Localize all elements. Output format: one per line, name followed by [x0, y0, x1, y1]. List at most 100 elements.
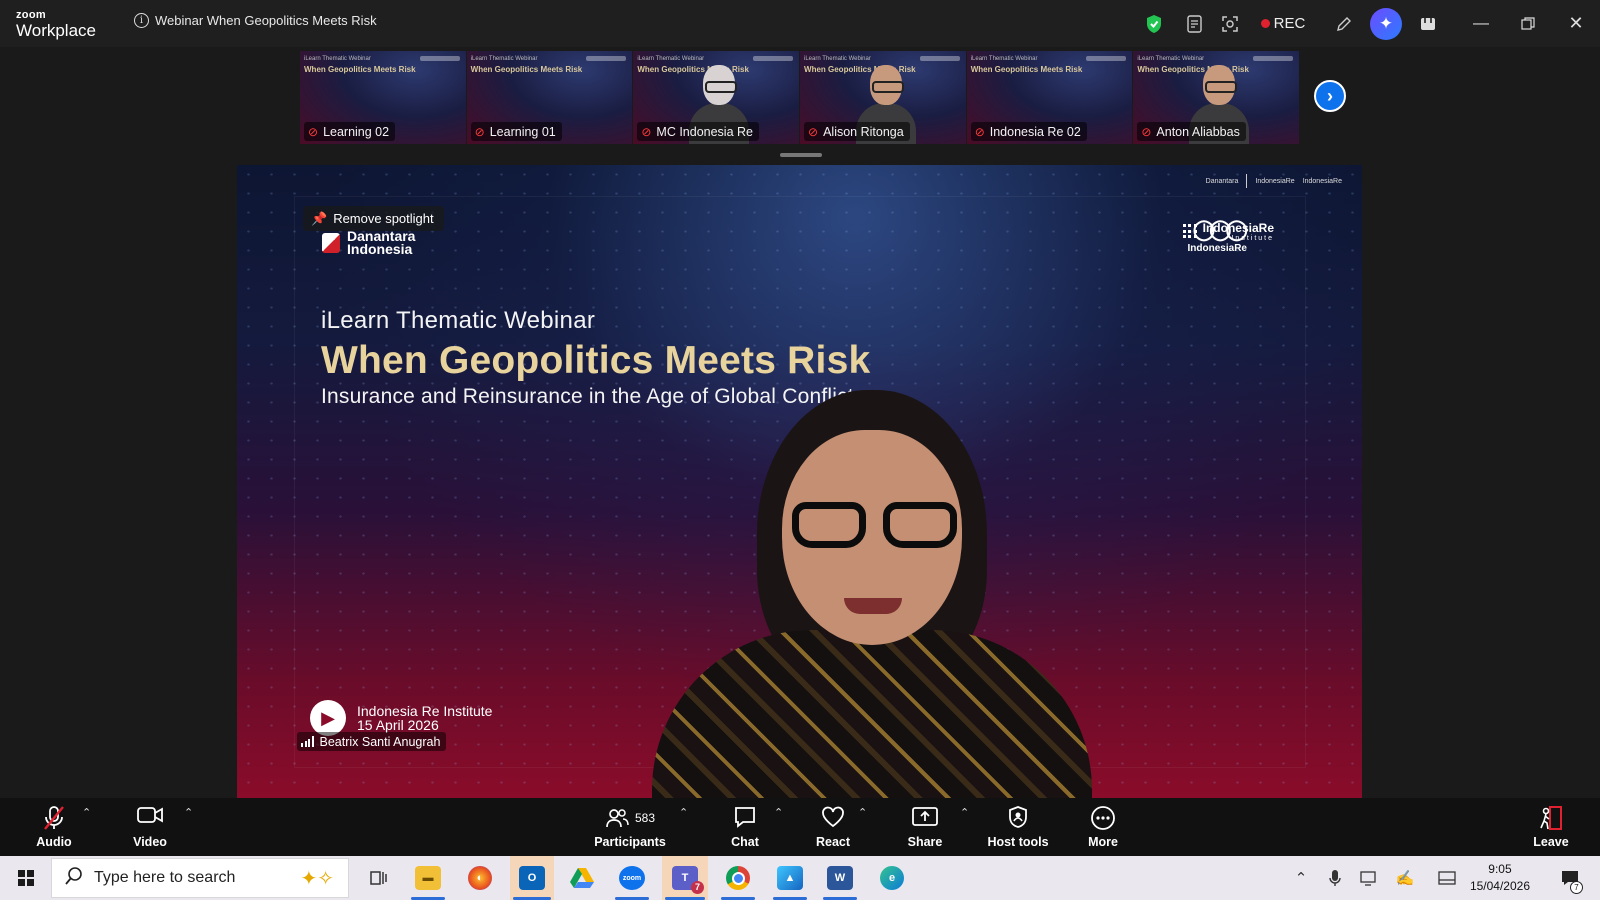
- teams-icon[interactable]: T7: [662, 856, 708, 900]
- react-label: React: [815, 835, 851, 849]
- close-icon[interactable]: ✕: [1562, 0, 1590, 47]
- taskbar-search-box[interactable]: Type here to search ✦✧: [51, 858, 349, 898]
- encryption-shield-icon[interactable]: [1143, 0, 1165, 47]
- word-icon[interactable]: W: [820, 856, 860, 900]
- tile-slide-text: iLearn Thematic Webinar When Geopolitics …: [304, 56, 416, 74]
- outlook-icon[interactable]: O: [510, 856, 554, 900]
- clock-time: 9:05: [1488, 862, 1512, 876]
- organizer-info: ▶ Indonesia Re Institute 15 April 2026: [310, 700, 492, 736]
- institute-logo-text: IndonesiaRe: [1202, 221, 1274, 235]
- touch-keyboard-icon[interactable]: [1435, 856, 1459, 900]
- start-button[interactable]: [8, 856, 44, 900]
- microphone-tray-icon[interactable]: [1324, 856, 1346, 900]
- photos-icon[interactable]: ▲: [770, 856, 810, 900]
- tile-slide-text: iLearn Thematic Webinar When Geopolitics …: [470, 56, 583, 74]
- remove-spotlight-button[interactable]: 📌 Remove spotlight: [303, 206, 444, 231]
- participant-name: Learning 02: [323, 124, 390, 139]
- notifications-count: 7: [1570, 881, 1583, 894]
- participant-nametag: ⊘ Alison Ritonga: [804, 122, 910, 141]
- chat-button[interactable]: Chat: [720, 798, 770, 856]
- remove-spotlight-label: Remove spotlight: [333, 211, 434, 226]
- participants-button[interactable]: 583 Participants: [590, 798, 670, 856]
- filmstrip-resize-handle[interactable]: [780, 153, 822, 157]
- participant-tile[interactable]: iLearn Thematic Webinar When Geopolitics …: [1133, 51, 1300, 144]
- edge-icon[interactable]: e: [872, 856, 912, 900]
- task-view-icon[interactable]: [361, 856, 397, 900]
- host-tools-button[interactable]: Host tools: [983, 798, 1053, 856]
- zoom-app-icon[interactable]: zoom: [612, 856, 652, 900]
- meeting-title[interactable]: i Webinar When Geopolitics Meets Risk: [134, 13, 377, 28]
- recording-indicator[interactable]: REC: [1258, 0, 1308, 47]
- captions-icon[interactable]: [1183, 0, 1207, 47]
- heart-icon: [820, 805, 846, 831]
- leave-label: Leave: [1533, 835, 1569, 849]
- tile-slide-logo: [1253, 56, 1294, 61]
- share-button[interactable]: Share: [900, 798, 950, 856]
- microphone-muted-icon: ⊘: [641, 124, 652, 139]
- ai-companion-button[interactable]: ✦: [1369, 0, 1403, 47]
- more-button[interactable]: More: [1078, 798, 1128, 856]
- file-explorer-icon[interactable]: ▬: [408, 856, 448, 900]
- microphone-muted-icon: ⊘: [474, 124, 485, 139]
- leave-button[interactable]: Leave: [1526, 798, 1576, 856]
- minimize-icon[interactable]: —: [1467, 0, 1495, 47]
- video-options-chevron-icon[interactable]: ⌃: [184, 806, 193, 819]
- google-drive-icon[interactable]: [562, 856, 602, 900]
- tile-slide-text: iLearn Thematic Webinar When Geopolitics …: [970, 56, 1083, 74]
- pin-icon: 📌: [311, 210, 328, 226]
- event-date: 15 April 2026: [357, 717, 439, 733]
- audio-options-chevron-icon[interactable]: ⌃: [82, 806, 91, 819]
- speaker-name: Beatrix Santi Anugrah: [319, 734, 441, 749]
- restore-icon[interactable]: [1514, 0, 1542, 47]
- annotate-pencil-icon[interactable]: [1332, 0, 1356, 47]
- more-label: More: [1088, 835, 1118, 849]
- host-tools-label: Host tools: [987, 835, 1049, 849]
- firefox-icon[interactable]: ◐: [460, 856, 500, 900]
- audio-button[interactable]: Audio: [30, 798, 78, 856]
- chat-options-chevron-icon[interactable]: ⌃: [774, 806, 783, 819]
- participant-tile[interactable]: iLearn Thematic Webinar When Geopolitics …: [466, 51, 633, 144]
- video-button[interactable]: Video: [125, 798, 175, 856]
- logo-line1: zoom: [16, 9, 46, 21]
- institute-logo-sub: Institute: [1231, 235, 1274, 242]
- corner-logo-indonesiare: IndonesiaRe: [1255, 177, 1295, 185]
- info-icon[interactable]: i: [134, 13, 149, 28]
- participant-tile[interactable]: iLearn Thematic Webinar When Geopolitics …: [300, 51, 466, 144]
- filmstrip-next-button[interactable]: ›: [1314, 80, 1346, 112]
- taskbar-clock[interactable]: 9:05 15/04/2026: [1470, 861, 1530, 895]
- spotlight-video: Danantara IndonesiaRe IndonesiaRe Danant…: [237, 165, 1362, 798]
- institute-logo: IndonesiaRe Institute: [1182, 221, 1274, 242]
- record-dot-icon: [1260, 19, 1270, 28]
- leave-door-icon: [1538, 805, 1564, 831]
- participant-nametag: ⊘ Indonesia Re 02: [970, 122, 1087, 141]
- dots-grid-icon: [1182, 224, 1198, 239]
- apps-icon[interactable]: [1416, 0, 1440, 47]
- participant-filmstrip: iLearn Thematic Webinar When Geopolitics …: [300, 51, 1300, 144]
- notifications-icon[interactable]: 7: [1555, 856, 1585, 900]
- windows-taskbar: Type here to search ✦✧ ▬ ◐ O zoom T7 ▲ W…: [0, 856, 1600, 900]
- share-label: Share: [907, 835, 943, 849]
- participant-nametag: ⊘ Anton Aliabbas: [1137, 122, 1246, 141]
- participant-tile[interactable]: iLearn Thematic Webinar When Geopolitics …: [966, 51, 1133, 144]
- microphone-muted-icon: ⊘: [308, 124, 319, 139]
- participants-options-chevron-icon[interactable]: ⌃: [679, 806, 688, 819]
- react-options-chevron-icon[interactable]: ⌃: [858, 806, 867, 819]
- microphone-muted-icon: ⊘: [808, 124, 819, 139]
- organizer-name: Indonesia Re Institute: [357, 703, 493, 719]
- corner-logo-danantara: Danantara: [1205, 177, 1239, 185]
- react-button[interactable]: React: [807, 798, 859, 856]
- video-camera-off-icon: [136, 805, 164, 831]
- participant-tile[interactable]: iLearn Thematic Webinar When Geopolitics …: [633, 51, 800, 144]
- pen-menu-icon[interactable]: ✍: [1393, 856, 1417, 900]
- meeting-title-text: Webinar When Geopolitics Meets Risk: [155, 13, 377, 28]
- share-options-chevron-icon[interactable]: ⌃: [960, 806, 969, 819]
- participant-tile[interactable]: iLearn Thematic Webinar When Geopolitics …: [800, 51, 966, 144]
- network-icon[interactable]: [1357, 856, 1381, 900]
- signal-strength-icon: [301, 736, 314, 747]
- chat-bubble-icon: [733, 805, 757, 831]
- view-focus-icon[interactable]: [1218, 0, 1242, 47]
- video-label: Video: [133, 835, 167, 849]
- chrome-icon[interactable]: [718, 856, 758, 900]
- show-hidden-icons-chevron-icon[interactable]: ⌃: [1290, 856, 1312, 900]
- tile-slide-logo: [753, 56, 794, 61]
